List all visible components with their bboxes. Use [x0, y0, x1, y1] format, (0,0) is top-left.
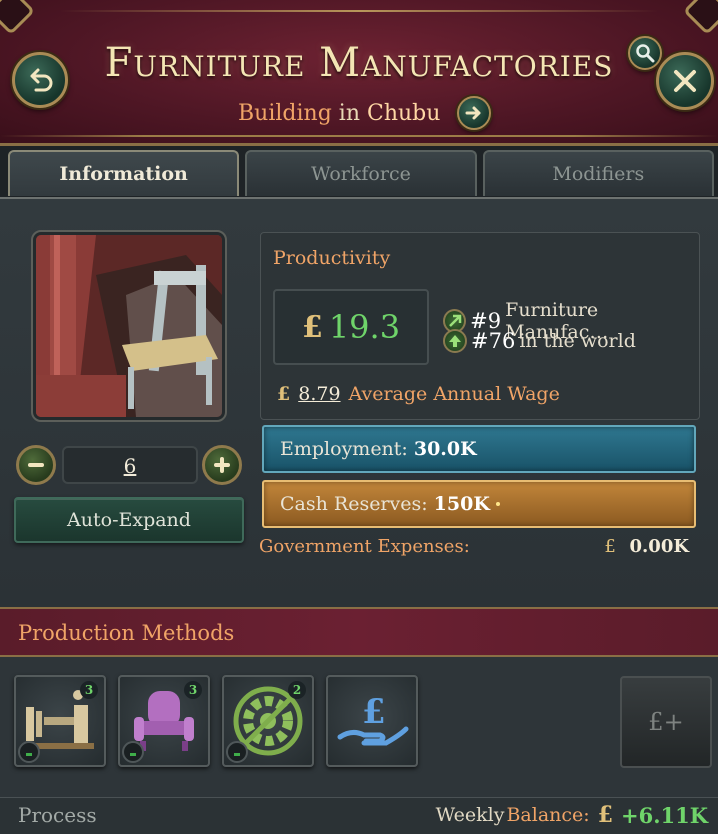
building-level-value[interactable]: 6 — [62, 446, 198, 484]
status-dot-icon — [495, 502, 500, 506]
tab-information[interactable]: Information — [8, 150, 240, 196]
process-label: Process — [18, 803, 97, 827]
government-expenses-value: 0.00K — [629, 536, 689, 557]
weekly-balance-value: +6.11K — [621, 802, 708, 828]
balance-label: Balance: — [506, 804, 590, 826]
building-header: Furniture Manufactories Building in Chub… — [0, 0, 718, 146]
building-image — [31, 230, 227, 422]
tab-bar: Information Workforce Modifiers — [8, 150, 714, 198]
close-button[interactable] — [656, 52, 714, 110]
corner-ornament — [0, 0, 36, 36]
furniture-factory-illustration — [36, 235, 222, 417]
employment-bar[interactable]: Employment: 30.0K — [262, 425, 696, 473]
tab-modifiers[interactable]: Modifiers — [482, 150, 714, 196]
page-title: Furniture Manufactories — [104, 40, 614, 86]
pm-status-dot — [122, 741, 144, 763]
wage-value[interactable]: 8.79 — [298, 383, 340, 405]
close-icon — [674, 70, 696, 92]
pm-count-badge: 3 — [184, 681, 202, 699]
employment-label: Employment: — [280, 438, 408, 460]
level-increase-button[interactable] — [202, 445, 242, 485]
minus-icon — [28, 463, 44, 467]
employment-value: 30.0K — [413, 438, 477, 460]
rank-world-number: #76 — [471, 329, 516, 353]
currency-icon: £ — [277, 383, 291, 405]
productivity-label: Productivity — [273, 247, 391, 269]
building-subtitle: Building in Chubu — [238, 96, 492, 130]
corner-ornament — [682, 0, 718, 36]
productivity-value: 19.3 — [328, 308, 401, 346]
pm-tile-automation[interactable]: 2 — [222, 675, 314, 767]
level-decrease-button[interactable] — [16, 445, 56, 485]
weekly-balance[interactable]: Weekly Balance: £ +6.11K — [436, 802, 708, 828]
in-label: in — [338, 100, 360, 126]
go-to-location-button[interactable] — [457, 96, 492, 130]
svg-text:£: £ — [362, 692, 386, 732]
production-methods-header: Production Methods — [0, 607, 718, 657]
productivity-panel: Productivity £ 19.3 #9 Furniture Manufac… — [260, 232, 700, 420]
pm-status-dot — [18, 741, 40, 763]
pm-count-badge: 3 — [80, 681, 98, 699]
pm-status-dot — [226, 741, 248, 763]
rank-up-icon — [443, 329, 467, 353]
currency-icon: £ — [597, 802, 613, 828]
search-icon — [636, 44, 655, 63]
average-wage: £ 8.79 Average Annual Wage — [277, 383, 560, 405]
pm-count-badge: 2 — [288, 681, 306, 699]
government-expenses-label: Government Expenses: — [259, 536, 470, 557]
production-methods-title: Production Methods — [18, 621, 235, 645]
currency-icon: £ — [604, 536, 616, 557]
currency-icon: £ — [301, 309, 323, 345]
cash-reserves-label: Cash Reserves: — [280, 493, 428, 515]
location-link[interactable]: Chubu — [367, 101, 440, 126]
wage-label: Average Annual Wage — [348, 383, 560, 405]
rank-world[interactable]: #76 in the world — [443, 329, 636, 353]
pm-tile-furniture[interactable]: 3 — [118, 675, 210, 767]
government-expenses-row: Government Expenses: £ 0.00K — [259, 536, 689, 557]
auto-expand-button[interactable]: Auto-Expand — [14, 497, 244, 543]
footer-bar: Process Weekly Balance: £ +6.11K — [0, 797, 718, 834]
arrow-right-icon — [465, 106, 481, 120]
cash-reserves-bar[interactable]: Cash Reserves: 150K — [262, 480, 696, 528]
search-button[interactable] — [628, 36, 662, 70]
weekly-label: Weekly — [435, 804, 505, 826]
productivity-value-box: £ 19.3 — [273, 289, 429, 365]
pound-hand-ownership-icon: £ — [337, 692, 409, 746]
add-production-method-button[interactable]: £+ — [620, 676, 712, 768]
pm-tile-lathe[interactable]: 3 — [14, 675, 106, 767]
building-type-label: Building — [238, 100, 332, 126]
pm-tile-ownership[interactable]: £ — [326, 675, 418, 767]
cash-reserves-value: 150K — [433, 493, 490, 515]
rank-world-text: in the world — [519, 330, 636, 352]
tab-workforce[interactable]: Workforce — [245, 150, 477, 196]
plus-icon — [214, 457, 230, 473]
